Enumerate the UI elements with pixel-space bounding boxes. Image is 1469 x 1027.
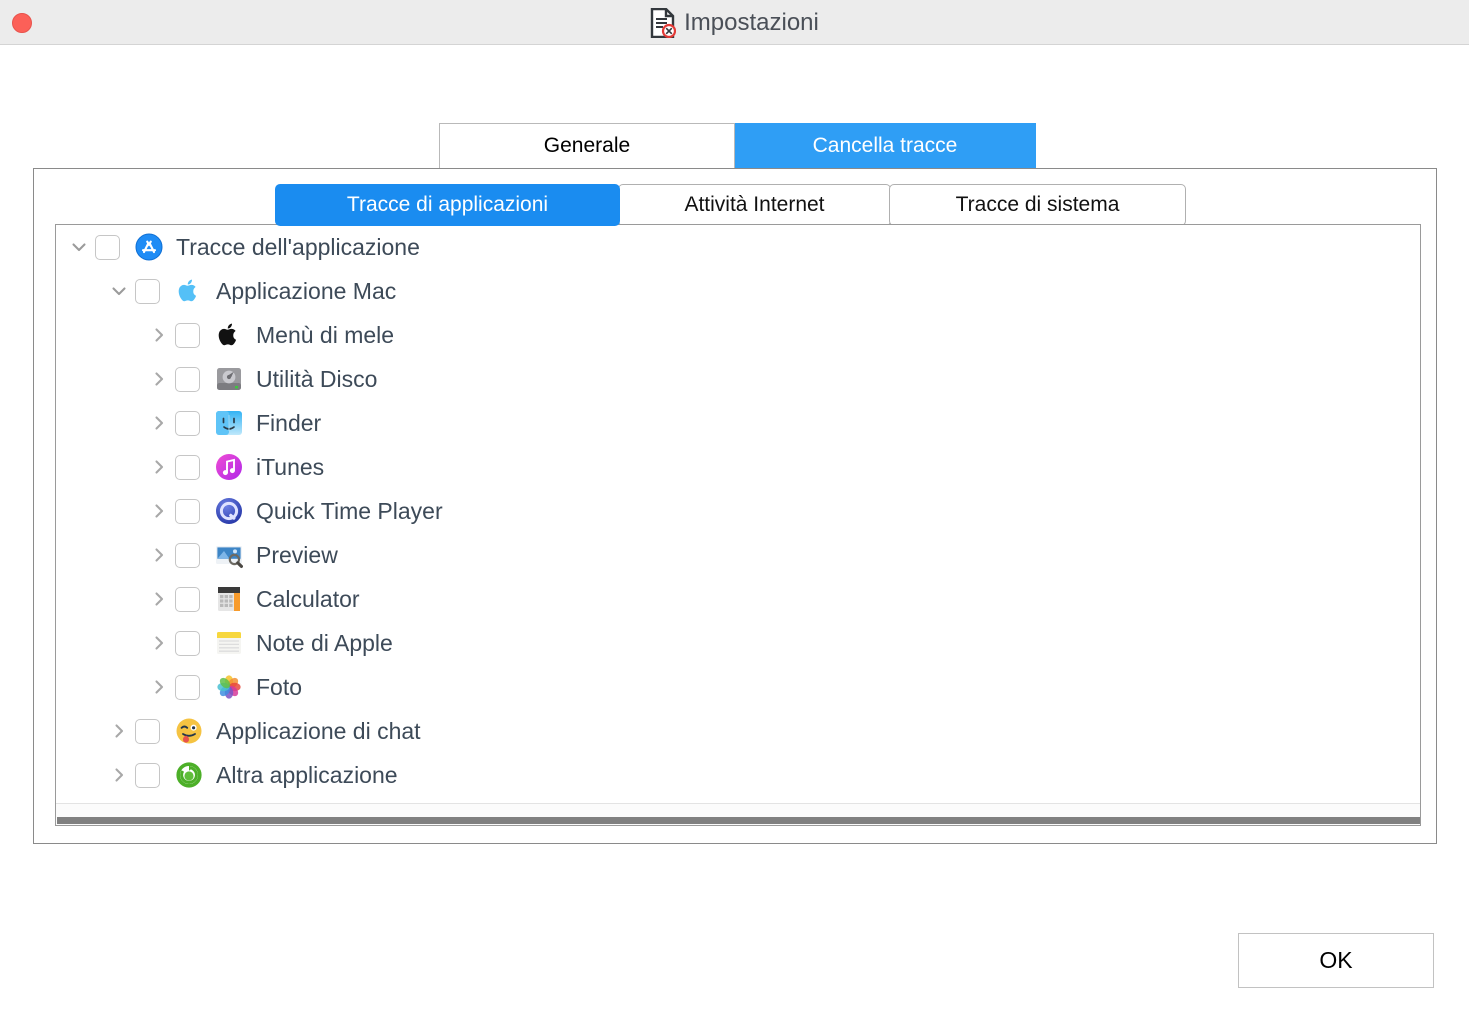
tree-row-checkbox[interactable] — [135, 718, 160, 744]
tree-row-label: Quick Time Player — [256, 497, 443, 524]
tab-tracce-di-sistema[interactable]: Tracce di sistema — [889, 184, 1186, 226]
tree-row[interactable]: Preview — [56, 533, 1420, 577]
tree-row-label: Utilità Disco — [256, 365, 378, 392]
disk-utility-icon — [215, 365, 243, 393]
tree-row[interactable]: iTunes — [56, 445, 1420, 489]
tree-row[interactable]: Tracce dell'applicazione — [56, 225, 1420, 269]
tree-row[interactable]: Menù di mele — [56, 313, 1420, 357]
tree-row-label: Note di Apple — [256, 629, 393, 656]
tree-row-label: Applicazione Mac — [216, 277, 397, 304]
tree-row[interactable]: Utilità Disco — [56, 357, 1420, 401]
tab-attivita-internet-label: Attività Internet — [684, 193, 825, 216]
tree-row[interactable]: Altra applicazione — [56, 753, 1420, 797]
tree-row-checkbox[interactable] — [135, 762, 160, 788]
apple-black-icon — [215, 321, 243, 349]
tree-row-label: Calculator — [256, 585, 360, 612]
chevron-right-icon[interactable] — [146, 586, 172, 612]
chevron-right-icon[interactable] — [146, 674, 172, 700]
horizontal-scrollbar[interactable] — [56, 803, 1420, 825]
calculator-icon — [215, 585, 243, 613]
tab-tracce-di-applicazioni[interactable]: Tracce di applicazioni — [275, 184, 620, 226]
chat-emoji-icon — [175, 717, 203, 745]
tab-tracce-di-sistema-label: Tracce di sistema — [955, 193, 1120, 216]
tree-row-label: Preview — [256, 541, 338, 568]
tree-row[interactable]: Calculator — [56, 577, 1420, 621]
chevron-right-icon[interactable] — [146, 410, 172, 436]
tree-row[interactable]: Foto — [56, 665, 1420, 709]
tree-row-checkbox[interactable] — [175, 322, 200, 348]
chevron-right-icon[interactable] — [146, 454, 172, 480]
other-app-green-icon — [175, 761, 203, 789]
apple-light-icon — [175, 277, 203, 305]
top-tab-bar: Generale Cancella tracce — [439, 123, 1036, 169]
finder-icon — [215, 409, 243, 437]
tree-row-checkbox[interactable] — [135, 278, 160, 304]
tree-row[interactable]: Applicazione di chat — [56, 709, 1420, 753]
chevron-right-icon[interactable] — [146, 542, 172, 568]
tab-generale[interactable]: Generale — [439, 123, 735, 169]
tab-cancella-tracce[interactable]: Cancella tracce — [735, 123, 1036, 169]
tab-cancella-tracce-label: Cancella tracce — [812, 134, 958, 157]
tree-row[interactable]: Quick Time Player — [56, 489, 1420, 533]
tree-row-checkbox[interactable] — [175, 586, 200, 612]
app-store-icon — [135, 233, 163, 261]
tree-row-label: Menù di mele — [256, 321, 395, 348]
ok-button-label: OK — [1319, 947, 1353, 973]
preview-icon — [215, 541, 243, 569]
chevron-right-icon[interactable] — [146, 322, 172, 348]
itunes-icon — [215, 453, 243, 481]
photos-icon — [215, 673, 243, 701]
tree-row-checkbox[interactable] — [175, 366, 200, 392]
tree-row-checkbox[interactable] — [175, 630, 200, 656]
tree-row[interactable]: Finder — [56, 401, 1420, 445]
window-title: Impostazioni — [684, 8, 819, 36]
tab-attivita-internet[interactable]: Attività Internet — [618, 184, 891, 226]
tree-row-checkbox[interactable] — [175, 498, 200, 524]
ok-button[interactable]: OK — [1238, 933, 1434, 988]
tree-row[interactable]: Note di Apple — [56, 621, 1420, 665]
chevron-right-icon[interactable] — [106, 762, 132, 788]
tree-row-checkbox[interactable] — [175, 410, 200, 436]
tree-row-checkbox[interactable] — [175, 454, 200, 480]
quicktime-icon — [215, 497, 243, 525]
tree-row-label: Tracce dell'applicazione — [176, 233, 420, 260]
chevron-right-icon[interactable] — [106, 718, 132, 744]
notes-icon — [215, 629, 243, 657]
horizontal-scrollbar-thumb[interactable] — [57, 817, 1420, 824]
tab-generale-label: Generale — [543, 134, 631, 157]
tab-tracce-di-applicazioni-label: Tracce di applicazioni — [346, 193, 549, 216]
chevron-right-icon[interactable] — [146, 498, 172, 524]
tree-row-label: iTunes — [256, 453, 325, 480]
traces-tree-list[interactable]: Tracce dell'applicazione Applicazione Mac… — [56, 225, 1420, 803]
chevron-down-icon[interactable] — [66, 234, 92, 260]
tree-row-checkbox[interactable] — [175, 542, 200, 568]
tree-row-checkbox[interactable] — [175, 674, 200, 700]
document-erase-icon — [650, 7, 677, 38]
chevron-down-icon[interactable] — [106, 278, 132, 304]
window-title-group: Impostazioni — [0, 0, 1469, 45]
tree-row-checkbox[interactable] — [95, 234, 120, 260]
window-titlebar: Impostazioni — [0, 0, 1469, 45]
tree-row[interactable]: Applicazione Mac — [56, 269, 1420, 313]
tree-row-label: Foto — [256, 673, 303, 700]
tree-row-label: Altra applicazione — [216, 761, 398, 788]
inner-tab-bar: Tracce di applicazioni Attività Internet… — [275, 184, 1186, 226]
tree-row-label: Finder — [256, 409, 322, 436]
chevron-right-icon[interactable] — [146, 366, 172, 392]
traces-tree-panel: Tracce dell'applicazione Applicazione Mac… — [55, 224, 1421, 826]
chevron-right-icon[interactable] — [146, 630, 172, 656]
tree-row-label: Applicazione di chat — [216, 717, 421, 744]
